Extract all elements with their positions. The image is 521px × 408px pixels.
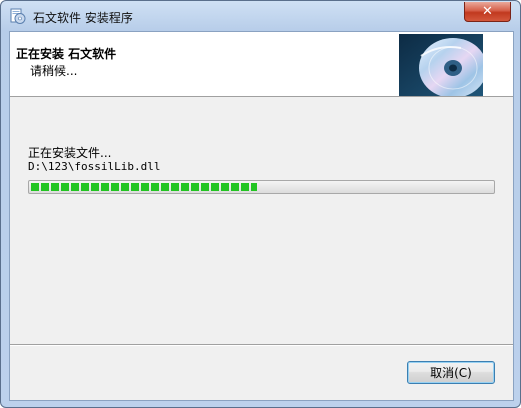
close-button[interactable]: ✕ — [464, 2, 511, 22]
header-panel: 正在安装 石文软件 请稍候... — [10, 32, 513, 97]
install-status-text: 正在安装文件... — [28, 146, 112, 160]
header-title: 正在安装 石文软件 — [16, 47, 117, 61]
current-file-path: D:\123\fossilLib.dll — [28, 160, 161, 173]
cancel-button[interactable]: 取消(C) — [407, 361, 495, 384]
cd-disc-image — [399, 34, 483, 96]
installer-window: 石文软件 安装程序 ✕ 正在安装 石文软件 请稍候... 正在安装文件... D… — [0, 0, 521, 408]
close-icon: ✕ — [482, 4, 493, 19]
progress-fill — [31, 183, 257, 191]
window-title: 石文软件 安装程序 — [33, 11, 133, 25]
client-area: 正在安装 石文软件 请稍候... 正在安装文件... D:\123\fossil… — [9, 31, 514, 401]
install-progress-bar — [28, 180, 495, 194]
footer-divider — [10, 344, 513, 346]
title-bar[interactable]: 石文软件 安装程序 ✕ — [1, 1, 520, 31]
header-subtitle: 请稍候... — [30, 64, 78, 78]
installer-app-icon — [10, 8, 26, 24]
